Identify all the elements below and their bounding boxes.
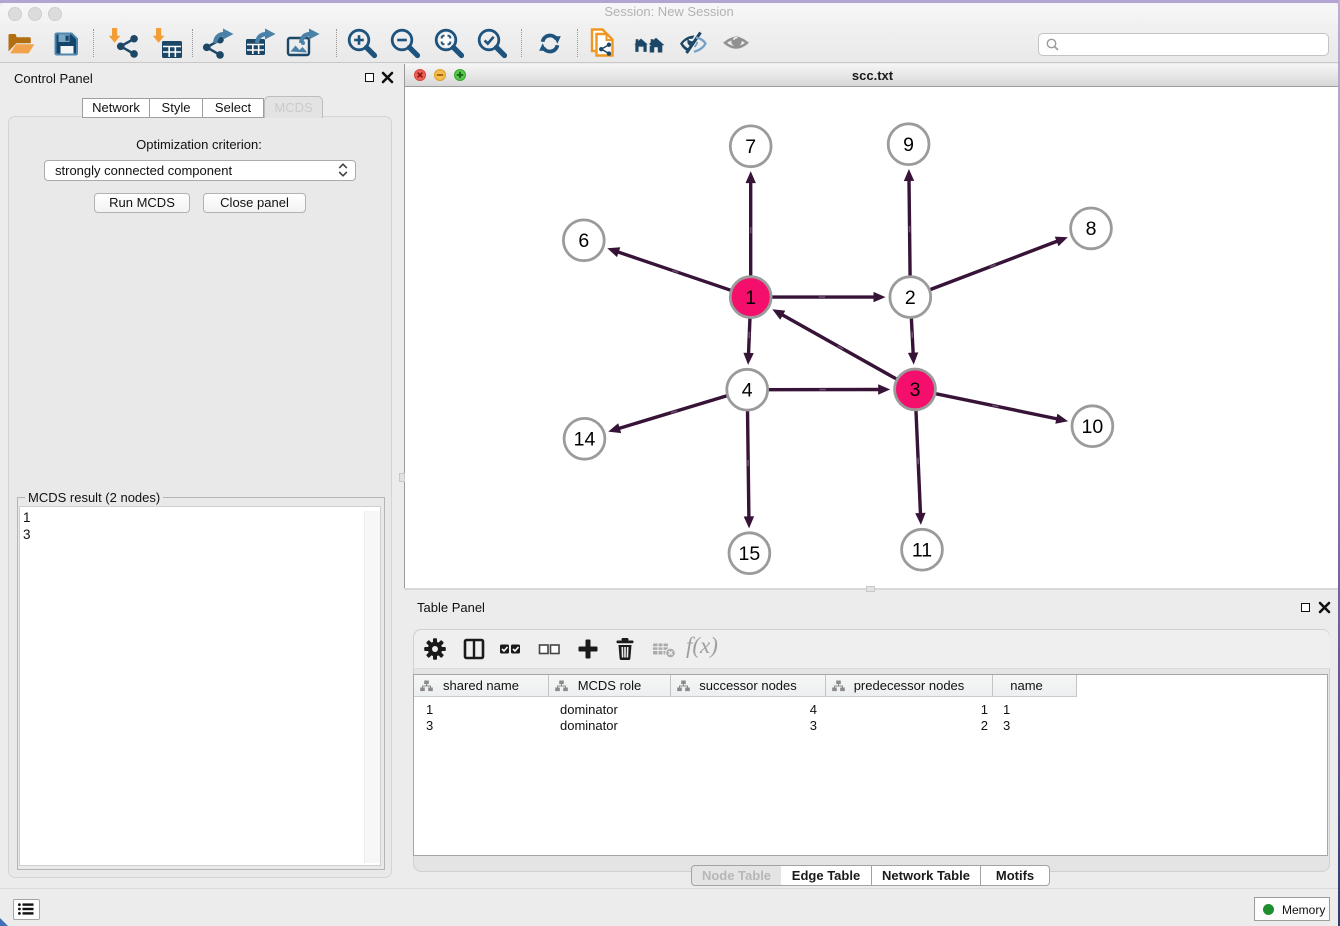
svg-text:6: 6 [578,230,589,252]
svg-text:15: 15 [739,543,761,565]
svg-text:10: 10 [1082,416,1104,438]
svg-text:3: 3 [910,379,921,401]
svg-text:4: 4 [742,380,753,402]
svg-text:9: 9 [903,134,914,156]
svg-text:2: 2 [905,287,916,309]
svg-text:1: 1 [745,287,756,309]
svg-text:14: 14 [574,429,596,451]
svg-text:7: 7 [745,136,756,158]
svg-text:8: 8 [1086,218,1097,240]
svg-text:11: 11 [912,540,932,562]
